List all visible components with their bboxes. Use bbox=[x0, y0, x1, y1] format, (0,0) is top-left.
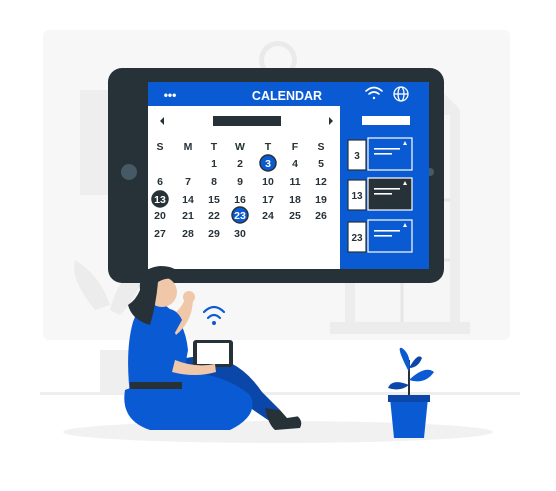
calendar-day[interactable]: 24 bbox=[262, 210, 274, 222]
weekday-label: W bbox=[235, 141, 245, 153]
event-line bbox=[374, 148, 400, 150]
calendar-day[interactable]: 23 bbox=[234, 210, 246, 222]
calendar-day[interactable]: 5 bbox=[318, 158, 324, 170]
calendar-day[interactable]: 18 bbox=[289, 194, 301, 206]
calendar-day[interactable]: 20 bbox=[154, 210, 166, 222]
calendar-day[interactable]: 26 bbox=[315, 210, 327, 222]
calendar-day[interactable]: 1 bbox=[211, 158, 217, 170]
calendar-title: CALENDAR bbox=[252, 89, 322, 103]
events-panel-bar bbox=[362, 116, 410, 125]
calendar-day[interactable]: 2 bbox=[237, 158, 243, 170]
event-line bbox=[374, 235, 392, 237]
menu-dots-icon[interactable]: ••• bbox=[164, 88, 177, 102]
calendar-day[interactable]: 29 bbox=[208, 228, 220, 240]
tablet: ••• CALENDAR S M T W T F S1 2 3 4 56 7 8 9 10 11 1213 14 1… bbox=[108, 68, 444, 283]
illustration: ••• CALENDAR S M T W T F S1 2 3 4 56 7 8 9 10 11 1213 14 1… bbox=[40, 30, 520, 443]
calendar-day[interactable]: 17 bbox=[262, 194, 274, 206]
calendar-day[interactable]: 6 bbox=[157, 176, 163, 188]
calendar-day[interactable]: 27 bbox=[154, 228, 166, 240]
calendar-day[interactable]: 28 bbox=[182, 228, 194, 240]
calendar-day[interactable]: 10 bbox=[262, 176, 274, 188]
event-day: 3 bbox=[354, 151, 360, 162]
event-line bbox=[374, 230, 400, 232]
calendar-day[interactable]: 16 bbox=[234, 194, 246, 206]
calendar-day[interactable]: 11 bbox=[289, 176, 300, 188]
event-day: 13 bbox=[351, 191, 363, 202]
calendar-day[interactable]: 25 bbox=[289, 210, 301, 222]
weekday-label: S bbox=[156, 141, 163, 153]
calendar-day[interactable]: 12 bbox=[315, 176, 327, 188]
month-label-bar bbox=[213, 116, 281, 126]
calendar-day[interactable]: 9 bbox=[237, 176, 243, 188]
calendar-day[interactable]: 30 bbox=[234, 228, 246, 240]
event-line bbox=[374, 193, 392, 195]
calendar-day[interactable]: 22 bbox=[208, 210, 220, 222]
weekday-label: S bbox=[317, 141, 324, 153]
weekday-label: T bbox=[265, 141, 272, 153]
event-cards: 3 13 23 bbox=[347, 137, 413, 253]
calendar-day[interactable]: 15 bbox=[208, 194, 220, 206]
calendar-day[interactable]: 3 bbox=[265, 158, 271, 170]
event-day: 23 bbox=[351, 233, 363, 244]
weekday-label: F bbox=[292, 141, 299, 153]
weekday-label: T bbox=[211, 141, 218, 153]
calendar-day[interactable]: 8 bbox=[211, 176, 217, 188]
event-line bbox=[374, 188, 400, 190]
event-line bbox=[374, 153, 392, 155]
calendar-day[interactable]: 4 bbox=[292, 158, 298, 170]
calendar-day[interactable]: 14 bbox=[182, 194, 194, 206]
calendar-day[interactable]: 7 bbox=[185, 176, 191, 188]
weekday-label: M bbox=[184, 141, 193, 153]
calendar-day[interactable]: 13 bbox=[154, 194, 166, 206]
tablet-camera bbox=[121, 164, 137, 180]
calendar-day[interactable]: 19 bbox=[315, 194, 327, 206]
calendar-day[interactable]: 21 bbox=[182, 210, 194, 222]
